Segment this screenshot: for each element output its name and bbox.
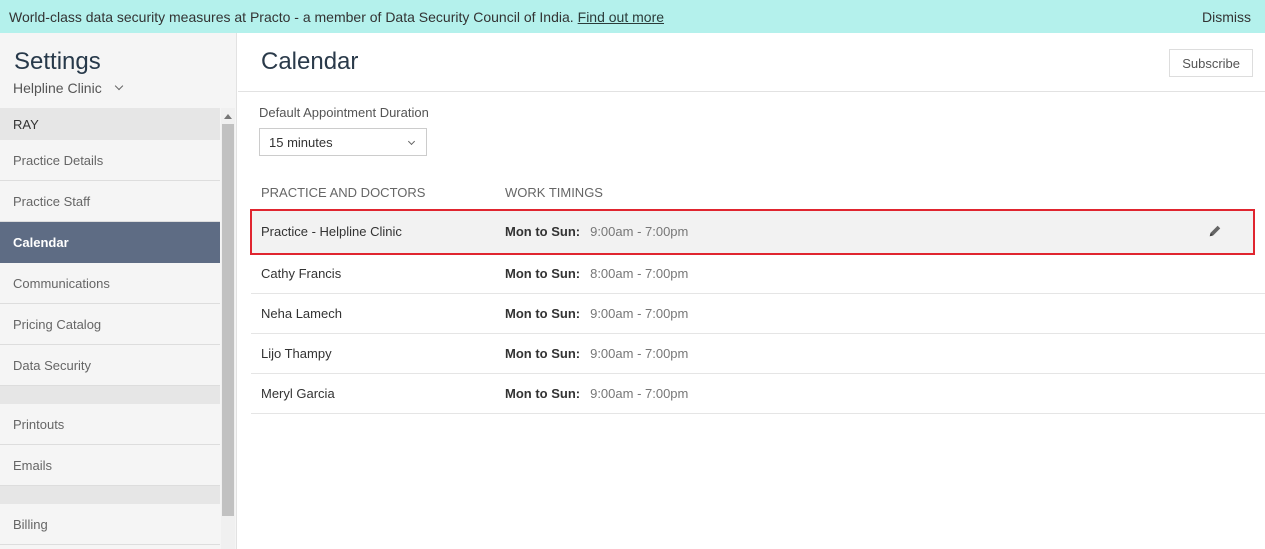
- row-name: Lijo Thampy: [261, 346, 332, 361]
- row-time: 9:00am - 7:00pm: [590, 346, 689, 361]
- row-timings: Mon to Sun: 9:00am - 7:00pm: [505, 224, 688, 239]
- column-header-practice: PRACTICE AND DOCTORS: [261, 185, 426, 200]
- sidebar-item-billing[interactable]: Billing: [0, 504, 220, 545]
- row-days: Mon to Sun:: [505, 346, 581, 361]
- pencil-icon[interactable]: [1208, 224, 1222, 238]
- sidebar-item-pricing-catalog[interactable]: Pricing Catalog: [0, 304, 220, 345]
- row-timings: Mon to Sun: 9:00am - 7:00pm: [505, 306, 688, 321]
- duration-value: 15 minutes: [269, 135, 333, 150]
- column-header-timings: WORK TIMINGS: [505, 185, 603, 200]
- work-timings-table: PRACTICE AND DOCTORS WORK TIMINGS Practi…: [250, 185, 1265, 414]
- security-banner: World-class data security measures at Pr…: [0, 0, 1265, 33]
- sidebar-item-data-security[interactable]: Data Security: [0, 345, 220, 386]
- clinic-name: Helpline Clinic: [13, 80, 102, 96]
- row-time: 9:00am - 7:00pm: [590, 224, 689, 239]
- sidebar-item-practice-details[interactable]: Practice Details: [0, 140, 220, 181]
- settings-nav: RAY Practice Details Practice Staff Cale…: [0, 108, 220, 545]
- calendar-main: Calendar Subscribe Default Appointment D…: [238, 33, 1265, 549]
- row-name: Practice - Helpline Clinic: [261, 224, 402, 239]
- table-row[interactable]: Practice - Helpline Clinic Mon to Sun: 9…: [250, 209, 1255, 255]
- sidebar-item-calendar[interactable]: Calendar: [0, 222, 220, 263]
- duration-label: Default Appointment Duration: [259, 105, 429, 120]
- row-days: Mon to Sun:: [505, 306, 581, 321]
- sidebar-item-communications[interactable]: Communications: [0, 263, 220, 304]
- chevron-down-icon: [407, 137, 416, 146]
- banner-message: World-class data security measures at Pr…: [9, 9, 664, 25]
- scrollbar-thumb[interactable]: [222, 124, 234, 516]
- row-name: Meryl Garcia: [261, 386, 335, 401]
- duration-select[interactable]: 15 minutes: [259, 128, 427, 156]
- page-header: Calendar Subscribe: [238, 33, 1265, 92]
- clinic-selector[interactable]: Helpline Clinic: [13, 80, 123, 96]
- sidebar-title: Settings: [14, 48, 101, 75]
- row-name: Cathy Francis: [261, 266, 342, 281]
- page-title: Calendar: [261, 48, 359, 75]
- nav-section-header: RAY: [0, 108, 220, 140]
- row-timings: Mon to Sun: 8:00am - 7:00pm: [505, 266, 688, 281]
- row-days: Mon to Sun:: [505, 224, 581, 239]
- table-row[interactable]: Lijo Thampy Mon to Sun: 9:00am - 7:00pm: [251, 334, 1265, 374]
- table-row[interactable]: Neha Lamech Mon to Sun: 9:00am - 7:00pm: [251, 294, 1265, 334]
- table-row[interactable]: Meryl Garcia Mon to Sun: 9:00am - 7:00pm: [251, 374, 1265, 414]
- dismiss-button[interactable]: Dismiss: [1202, 9, 1251, 25]
- subscribe-button[interactable]: Subscribe: [1169, 49, 1253, 77]
- find-out-more-link[interactable]: Find out more: [578, 9, 664, 25]
- scroll-up-icon[interactable]: [224, 114, 232, 119]
- row-time: 9:00am - 7:00pm: [590, 306, 689, 321]
- row-time: 9:00am - 7:00pm: [590, 386, 689, 401]
- sidebar-item-emails[interactable]: Emails: [0, 445, 220, 486]
- chevron-down-icon: [114, 81, 123, 91]
- sidebar-scrollbar[interactable]: [221, 108, 235, 549]
- sidebar-item-practice-staff[interactable]: Practice Staff: [0, 181, 220, 222]
- row-timings: Mon to Sun: 9:00am - 7:00pm: [505, 386, 688, 401]
- nav-section-divider: [0, 486, 220, 504]
- nav-section-divider: [0, 386, 220, 404]
- table-row[interactable]: Cathy Francis Mon to Sun: 8:00am - 7:00p…: [251, 254, 1265, 294]
- row-name: Neha Lamech: [261, 306, 342, 321]
- table-header: PRACTICE AND DOCTORS WORK TIMINGS: [251, 185, 1265, 210]
- row-days: Mon to Sun:: [505, 266, 581, 281]
- banner-text: World-class data security measures at Pr…: [9, 8, 574, 25]
- row-days: Mon to Sun:: [505, 386, 581, 401]
- row-timings: Mon to Sun: 9:00am - 7:00pm: [505, 346, 688, 361]
- row-time: 8:00am - 7:00pm: [590, 266, 689, 281]
- settings-sidebar: Settings Helpline Clinic RAY Practice De…: [0, 33, 237, 549]
- sidebar-item-printouts[interactable]: Printouts: [0, 404, 220, 445]
